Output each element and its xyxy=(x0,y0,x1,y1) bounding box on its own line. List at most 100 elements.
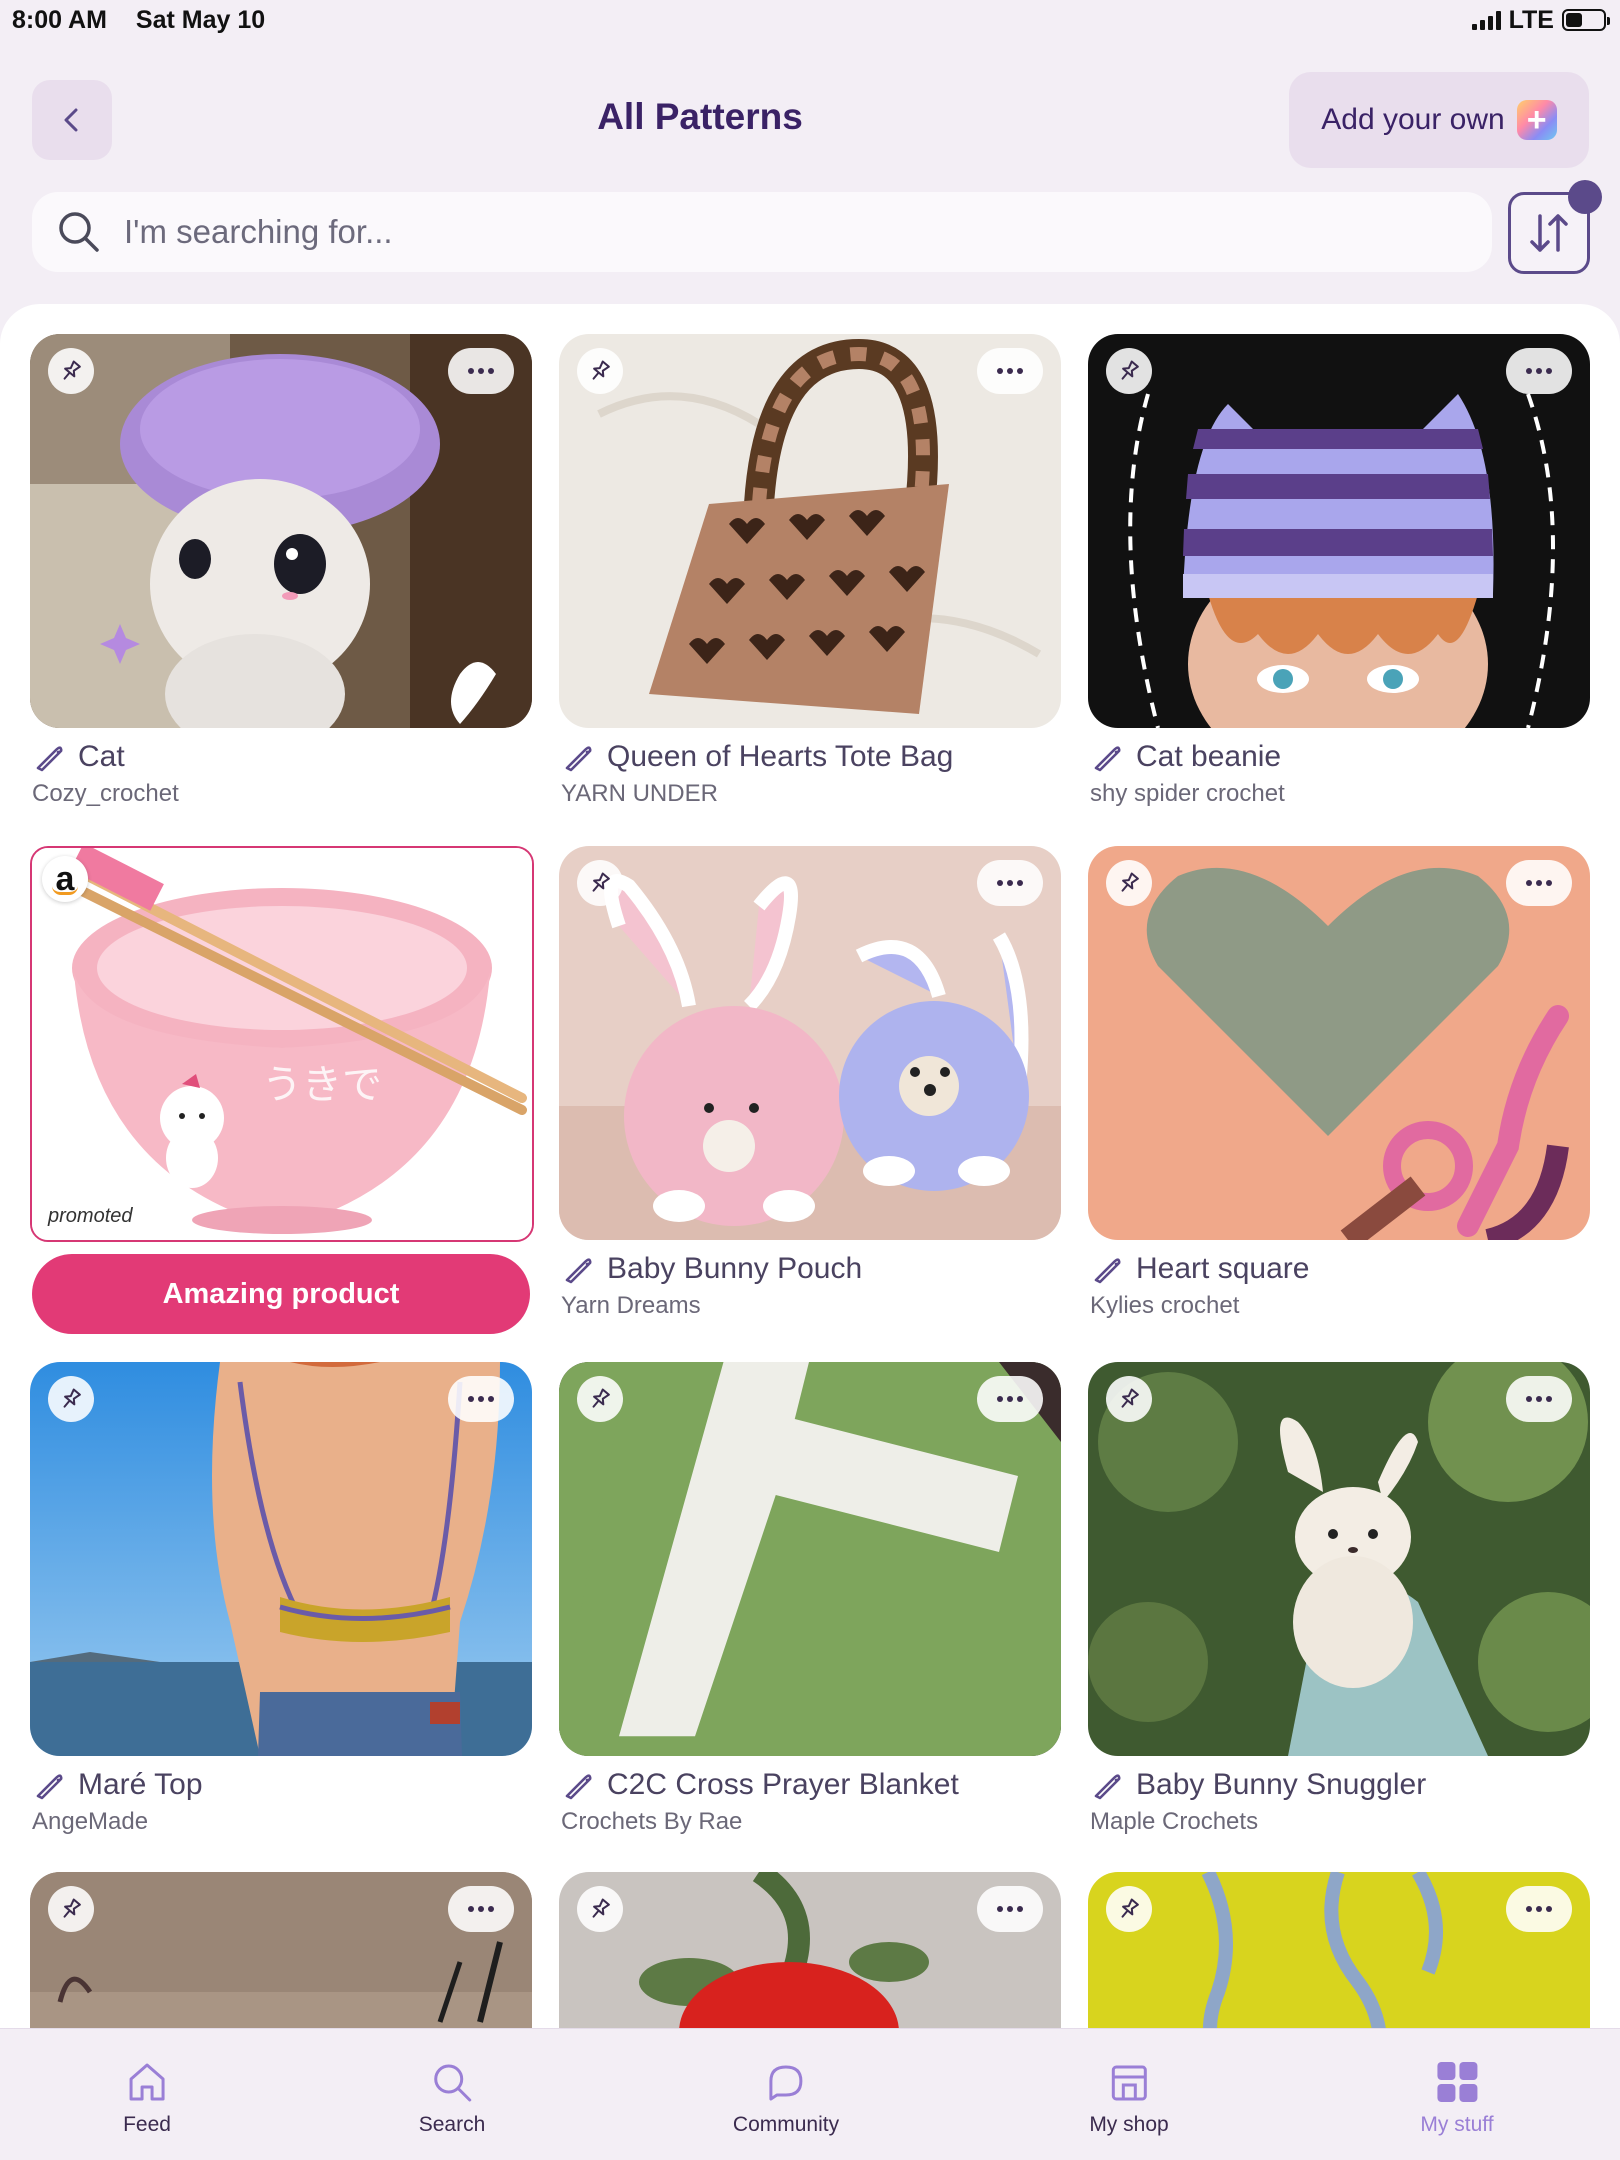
more-options-button[interactable] xyxy=(448,1886,514,1932)
pattern-card[interactable]: C2C Cross Prayer Blanket Crochets By Rae xyxy=(559,1362,1061,1836)
grid-icon xyxy=(1436,2062,1477,2102)
pattern-author[interactable]: Maple Crochets xyxy=(1088,1808,1590,1836)
pin-button[interactable] xyxy=(577,1886,623,1932)
pin-button[interactable] xyxy=(577,1376,623,1422)
pin-icon xyxy=(592,1898,610,1918)
shop-icon xyxy=(1111,2065,1147,2101)
crochet-hook-icon xyxy=(565,1258,592,1284)
pattern-image[interactable] xyxy=(1088,1872,1590,2028)
nav-feed[interactable]: Feed xyxy=(123,2029,171,2160)
pattern-card[interactable]: Queen of Hearts Tote Bag YARN UNDER xyxy=(559,334,1061,808)
pin-button[interactable] xyxy=(1106,1886,1152,1932)
pattern-image[interactable] xyxy=(30,1872,532,2028)
pattern-title: Cat beanie xyxy=(1136,740,1282,773)
pattern-image[interactable] xyxy=(1088,1362,1590,1756)
more-options-button[interactable] xyxy=(977,1376,1043,1422)
pattern-image[interactable] xyxy=(30,334,532,728)
pattern-title-row: Maré Top xyxy=(30,1768,532,1802)
pin-icon xyxy=(1121,1898,1139,1918)
pin-button[interactable] xyxy=(577,860,623,906)
more-options-button[interactable] xyxy=(1506,348,1572,394)
more-options-button[interactable] xyxy=(977,1886,1043,1932)
nav-my-stuff[interactable]: My stuff xyxy=(1420,2029,1494,2160)
more-options-button[interactable] xyxy=(1506,860,1572,906)
pattern-title-row: Baby Bunny Snuggler xyxy=(1088,1768,1590,1802)
nav-search[interactable]: Search xyxy=(419,2029,485,2160)
pattern-title-row: Heart square xyxy=(1088,1252,1590,1286)
more-options-button[interactable] xyxy=(1506,1376,1572,1422)
pattern-card[interactable]: Maré Top AngeMade xyxy=(30,1362,532,1836)
pattern-card[interactable] xyxy=(30,1872,532,2028)
svg-text:うきで: うきで xyxy=(262,1062,382,1108)
nav-my-shop[interactable]: My shop xyxy=(1089,2029,1169,2160)
pattern-author[interactable]: shy spider crochet xyxy=(1088,780,1590,808)
pin-button[interactable] xyxy=(577,348,623,394)
pin-icon xyxy=(63,1898,81,1918)
promoted-card[interactable]: うきで a promoted Amazing product xyxy=(30,846,536,1334)
amazing-product-button[interactable]: Amazing product xyxy=(32,1254,530,1334)
pattern-title-row: Queen of Hearts Tote Bag xyxy=(559,740,1061,774)
pattern-image[interactable] xyxy=(559,334,1061,728)
pin-button[interactable] xyxy=(1106,1376,1152,1422)
more-options-button[interactable] xyxy=(1506,1886,1572,1932)
pattern-card[interactable]: Baby Bunny Pouch Yarn Dreams xyxy=(559,846,1061,1320)
more-options-button[interactable] xyxy=(977,860,1043,906)
signal-icon xyxy=(1471,10,1501,30)
pattern-image[interactable] xyxy=(559,1872,1061,2028)
pattern-title-row: Baby Bunny Pouch xyxy=(559,1252,1061,1286)
pattern-author[interactable]: Cozy_crochet xyxy=(30,780,532,808)
pattern-author[interactable]: YARN UNDER xyxy=(559,780,1061,808)
pattern-card[interactable]: Heart square Kylies crochet xyxy=(1088,846,1590,1320)
pattern-card[interactable] xyxy=(1088,1872,1590,2028)
pattern-image[interactable] xyxy=(559,846,1061,1240)
pattern-author[interactable]: Crochets By Rae xyxy=(559,1808,1061,1836)
crochet-hook-icon xyxy=(1094,746,1121,772)
sort-arrows-icon xyxy=(1530,214,1568,252)
pin-button[interactable] xyxy=(1106,348,1152,394)
pin-icon xyxy=(1121,872,1139,892)
pattern-card[interactable]: Cat Cozy_crochet xyxy=(30,334,532,808)
amazon-logo: a xyxy=(42,856,88,902)
pattern-card[interactable]: Cat beanie shy spider crochet xyxy=(1088,334,1590,808)
pattern-title: Baby Bunny Snuggler xyxy=(1136,1768,1427,1801)
pattern-card[interactable] xyxy=(559,1872,1061,2028)
more-options-button[interactable] xyxy=(977,348,1043,394)
pattern-image[interactable] xyxy=(1088,334,1590,728)
network-label: LTE xyxy=(1508,5,1554,34)
pin-icon xyxy=(1121,360,1139,380)
pattern-title-row: Cat xyxy=(30,740,532,774)
crochet-hook-icon xyxy=(36,746,63,772)
nav-community[interactable]: Community xyxy=(733,2029,839,2160)
promo-logo-letter: a xyxy=(55,859,75,898)
pin-button[interactable] xyxy=(1106,860,1152,906)
crochet-hook-icon xyxy=(1094,1774,1121,1800)
pin-button[interactable] xyxy=(48,348,94,394)
add-your-own-button[interactable]: Add your own + xyxy=(1289,72,1589,168)
pattern-author[interactable]: AngeMade xyxy=(30,1808,532,1836)
sort-active-dot xyxy=(1568,180,1602,214)
bottom-nav: Feed Search Community My shop My stuff xyxy=(0,2028,1620,2160)
nav-community-label: Community xyxy=(732,2113,840,2136)
pattern-title: Queen of Hearts Tote Bag xyxy=(607,740,954,773)
crochet-hook-icon xyxy=(565,1774,592,1800)
crochet-hook-icon xyxy=(565,746,592,772)
status-right: LTE xyxy=(1471,5,1610,35)
search-input[interactable] xyxy=(124,213,1324,251)
promoted-image[interactable]: うきで a promoted xyxy=(30,846,534,1242)
status-left: 8:00 AM Sat May 10 xyxy=(12,6,287,35)
pattern-image[interactable] xyxy=(559,1362,1061,1756)
more-options-button[interactable] xyxy=(448,1376,514,1422)
pattern-image[interactable] xyxy=(1088,846,1590,1240)
pin-button[interactable] xyxy=(48,1376,94,1422)
pattern-author[interactable]: Yarn Dreams xyxy=(559,1292,1061,1320)
pattern-card[interactable]: Baby Bunny Snuggler Maple Crochets xyxy=(1088,1362,1590,1836)
pin-icon xyxy=(63,1388,81,1408)
search-bar[interactable] xyxy=(32,192,1492,272)
pattern-author[interactable]: Kylies crochet xyxy=(1088,1292,1590,1320)
pin-button[interactable] xyxy=(48,1886,94,1932)
more-options-button[interactable] xyxy=(448,348,514,394)
status-bar: 8:00 AM Sat May 10 LTE xyxy=(0,0,1620,40)
pattern-title: Maré Top xyxy=(78,1768,203,1801)
search-icon xyxy=(434,2064,472,2102)
pattern-image[interactable] xyxy=(30,1362,532,1756)
